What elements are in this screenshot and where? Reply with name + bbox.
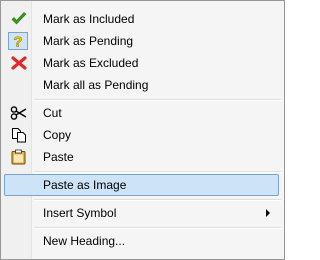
- svg-text:?: ?: [13, 34, 22, 51]
- checkmark-icon: [10, 11, 28, 27]
- menu-separator: [34, 171, 281, 173]
- menu-item-label: Mark all as Pending: [43, 78, 149, 92]
- menu-item-copy[interactable]: Copy: [4, 124, 279, 146]
- menu-item-label: Insert Symbol: [43, 206, 117, 220]
- menu-item-label: Copy: [43, 128, 72, 142]
- scissors-icon: [10, 105, 28, 121]
- menu-separator: [34, 199, 281, 201]
- menu-item-label: Paste: [43, 150, 74, 164]
- menu-item-cut[interactable]: Cut: [4, 102, 279, 124]
- submenu-arrow-icon: [266, 209, 270, 217]
- menu-separator: [34, 227, 281, 229]
- copy-icon: [10, 127, 28, 143]
- menu-item-mark-as-included[interactable]: Mark as Included: [4, 8, 279, 30]
- menu-item-label: New Heading...: [43, 234, 126, 248]
- menu-separator: [34, 99, 281, 101]
- menu-item-mark-all-as-pending[interactable]: Mark all as Pending: [4, 74, 279, 96]
- menu-item-label: Paste as Image: [43, 178, 127, 192]
- menu-item-mark-as-pending[interactable]: ? Mark as Pending: [4, 30, 279, 52]
- menu-item-paste[interactable]: Paste: [4, 146, 279, 168]
- menu-item-label: Cut: [43, 106, 62, 120]
- menu-item-mark-as-excluded[interactable]: Mark as Excluded: [4, 52, 279, 74]
- menu-item-label: Mark as Excluded: [43, 56, 139, 70]
- menu-item-label: Mark as Included: [43, 12, 135, 26]
- context-menu: Mark as Included ? Mark as Pending Mark …: [0, 0, 285, 260]
- menu-item-insert-symbol[interactable]: Insert Symbol: [4, 202, 279, 224]
- clipboard-icon: [10, 149, 28, 165]
- menu-item-label: Mark as Pending: [43, 34, 134, 48]
- menu-item-new-heading[interactable]: New Heading...: [4, 230, 279, 252]
- red-x-icon: [10, 55, 28, 71]
- question-mark-icon: ?: [8, 32, 28, 50]
- menu-item-paste-as-image[interactable]: Paste as Image: [4, 174, 279, 196]
